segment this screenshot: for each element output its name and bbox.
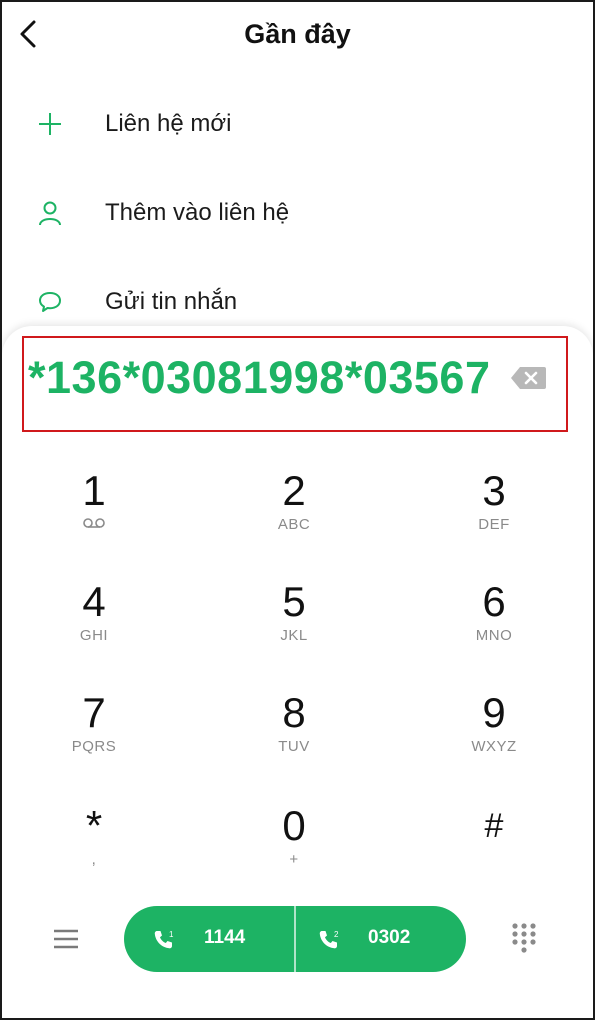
key-star[interactable]: * , — [34, 803, 154, 903]
key-letters: + — [289, 851, 299, 868]
key-5[interactable]: 5 JKL — [234, 579, 354, 679]
backspace-icon — [511, 367, 546, 389]
phone-sim2-icon: 2 — [319, 930, 339, 949]
key-letters: GHI — [79, 627, 109, 644]
sim2-label: 0302 — [368, 927, 411, 948]
send-message-action[interactable]: Gửi tin nhắn — [0, 274, 595, 334]
key-letters — [434, 851, 554, 869]
menu-button[interactable] — [52, 926, 80, 952]
key-digit: * — [85, 802, 103, 849]
key-letters: DEF — [478, 516, 510, 533]
key-letters: JKL — [280, 627, 308, 644]
voicemail-icon — [34, 516, 154, 534]
sim1-label: 1144 — [204, 927, 246, 948]
key-digit: 2 — [282, 467, 306, 514]
key-digit: 5 — [282, 578, 306, 625]
person-icon — [39, 201, 61, 226]
key-6[interactable]: 6 MNO — [434, 579, 554, 679]
new-contact-label: Liên hệ mới — [105, 110, 232, 137]
key-hash[interactable]: # — [434, 803, 554, 903]
key-8[interactable]: 8 TUV — [234, 690, 354, 790]
key-3[interactable]: 3 DEF — [434, 468, 554, 568]
key-digit: 1 — [82, 467, 106, 514]
key-letters: ABC — [277, 516, 311, 533]
dialpad-toggle-button[interactable] — [510, 922, 538, 954]
key-4[interactable]: 4 GHI — [34, 579, 154, 679]
key-7[interactable]: 7 PQRS — [34, 690, 154, 790]
key-digit: 9 — [482, 689, 506, 736]
key-digit: 3 — [482, 467, 506, 514]
key-letters: , — [91, 851, 97, 868]
page-title: Gần đây — [244, 19, 351, 49]
call-button-group: 1 1144 2 0302 — [124, 906, 466, 972]
dialpad-grid-icon — [512, 923, 536, 953]
add-to-contact-label: Thêm vào liên hệ — [105, 199, 290, 226]
dialed-number[interactable]: *136*03081998*03567 — [28, 352, 498, 404]
key-letters: TUV — [278, 738, 310, 755]
chat-bubble-icon — [39, 292, 61, 312]
plus-icon — [39, 113, 61, 135]
call-sim1-button[interactable]: 1 1144 — [124, 906, 295, 972]
key-2[interactable]: 2 ABC — [234, 468, 354, 568]
hamburger-menu-icon — [54, 929, 78, 949]
key-letters: PQRS — [71, 738, 117, 755]
key-letters: WXYZ — [471, 738, 517, 755]
svg-text:1: 1 — [169, 930, 174, 939]
key-digit: 0 — [282, 802, 306, 849]
key-digit: 8 — [282, 689, 306, 736]
add-to-contact-action[interactable]: Thêm vào liên hệ — [0, 185, 595, 245]
phone-sim1-icon: 1 — [154, 930, 174, 949]
key-digit: 4 — [82, 578, 106, 625]
key-letters: MNO — [475, 627, 513, 644]
key-0[interactable]: 0 + — [234, 803, 354, 903]
svg-text:2: 2 — [334, 930, 339, 939]
backspace-button[interactable] — [510, 364, 548, 392]
send-message-label: Gửi tin nhắn — [105, 288, 238, 315]
new-contact-action[interactable]: Liên hệ mới — [0, 96, 595, 156]
key-digit: # — [484, 807, 504, 845]
call-sim2-button[interactable]: 2 0302 — [295, 906, 466, 972]
key-1[interactable]: 1 — [34, 468, 154, 568]
key-digit: 6 — [482, 578, 506, 625]
key-9[interactable]: 9 WXYZ — [434, 690, 554, 790]
key-digit: 7 — [82, 689, 106, 736]
